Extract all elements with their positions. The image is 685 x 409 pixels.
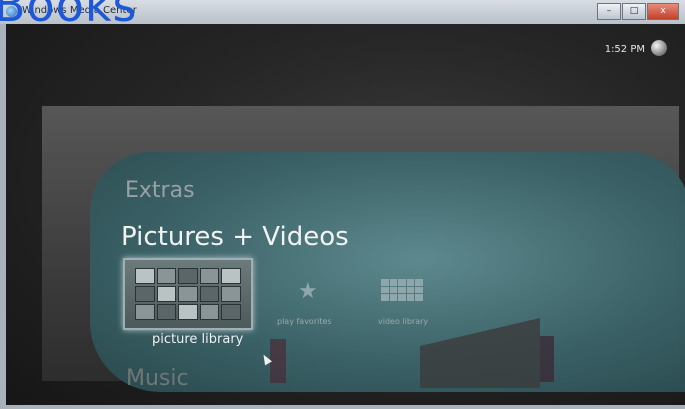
menu-category-music[interactable]: Music (126, 366, 189, 391)
minimize-button[interactable]: – (597, 3, 621, 20)
video-grid-icon[interactable] (381, 279, 423, 301)
photo-grid-icon (135, 268, 241, 320)
background-streak (270, 339, 286, 383)
clock: 1:52 PM (604, 44, 645, 55)
menu-category-pictures-videos[interactable]: Pictures + Videos (121, 222, 349, 252)
picture-library-label: picture library (152, 332, 244, 347)
window-frame-bottom (0, 405, 685, 409)
picture-library-tile[interactable] (123, 258, 253, 330)
media-center-window: Windows Media Center – □ x 1:52 PM Extra… (0, 0, 685, 409)
play-favorites-label[interactable]: play favorites (277, 317, 332, 326)
background-streak (540, 336, 554, 382)
star-icon[interactable]: ★ (298, 279, 318, 304)
close-button[interactable]: x (647, 3, 679, 20)
window-controls: – □ x (596, 3, 679, 20)
maximize-button[interactable]: □ (622, 3, 646, 20)
video-library-label[interactable]: video library (378, 317, 428, 326)
overlay-heading: Books (0, 0, 138, 32)
menu-category-extras[interactable]: Extras (125, 178, 195, 203)
start-orb-icon[interactable] (651, 40, 667, 56)
